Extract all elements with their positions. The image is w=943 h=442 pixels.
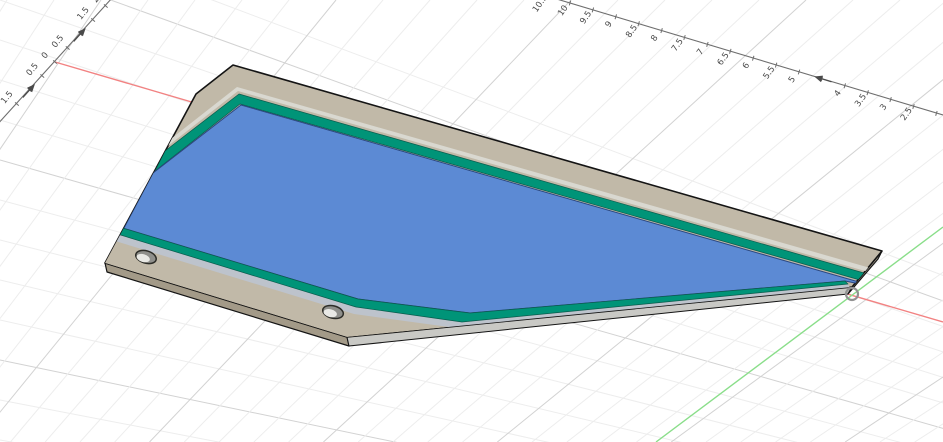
ruler-right-tick	[912, 103, 915, 110]
ruler-right-label: 4	[833, 89, 844, 99]
ruler-left-label: 1.5	[75, 5, 91, 22]
ruler-right-label: 10	[556, 4, 570, 19]
ruler-right: 10.5 10 9.5 9 8.5 8 7.5 7 6.5 6 5.5 54 3.5 3 2.5	[531, 0, 943, 123]
ruler-left-label: 1.5	[0, 89, 15, 106]
grid-line-h	[0, 359, 398, 442]
ruler-right-tick	[889, 97, 892, 103]
grid-line-v	[0, 0, 8, 13]
ruler-right-tick	[660, 28, 663, 34]
ruler-left-label: 2	[91, 0, 102, 5]
ruler-right-label: 6	[741, 61, 752, 71]
ruler-right-label: 9	[604, 20, 615, 30]
ruler-right-label: 5	[787, 75, 798, 85]
ruler-right-tick	[935, 110, 938, 116]
ruler-right-tick	[866, 90, 869, 96]
grid-line-v	[810, 351, 943, 442]
ruler-left-label: 0.5	[25, 61, 41, 78]
grid-line-v	[0, 0, 55, 85]
ruler-right-tick	[843, 83, 847, 89]
ruler-right-tick	[797, 69, 801, 75]
ruler-right-tick	[591, 7, 595, 13]
ruler-right-label: 7	[695, 47, 706, 57]
ruler-right-tick	[774, 62, 778, 68]
grid-line-v	[775, 326, 943, 442]
ruler-right-label: 10.5	[531, 0, 550, 14]
ruler-left-direction-arrow-icon	[73, 28, 86, 42]
scene-svg: 1.50.500.51.522.5 10.5109.598.587.576.56…	[0, 0, 943, 442]
ruler-right-tick	[614, 14, 618, 20]
ruler-left-label: 0.5	[50, 33, 66, 50]
ruler-right-label: 8	[649, 33, 660, 43]
part-body[interactable]	[104, 64, 883, 347]
ruler-right-direction-arrow-icon	[814, 75, 832, 83]
ruler-right-tick	[706, 41, 709, 47]
grid-line-h	[0, 399, 222, 442]
grid-line-v	[844, 376, 943, 442]
ruler-right-tick	[683, 34, 686, 41]
ruler-right-label: 3	[878, 102, 889, 112]
ruler-left-label: 0	[40, 50, 51, 61]
cad-viewport[interactable]: 1.50.500.51.522.5 10.5109.598.587.576.56…	[0, 0, 943, 442]
ruler-right-tick	[729, 48, 732, 54]
ruler-right-tick	[751, 55, 755, 61]
